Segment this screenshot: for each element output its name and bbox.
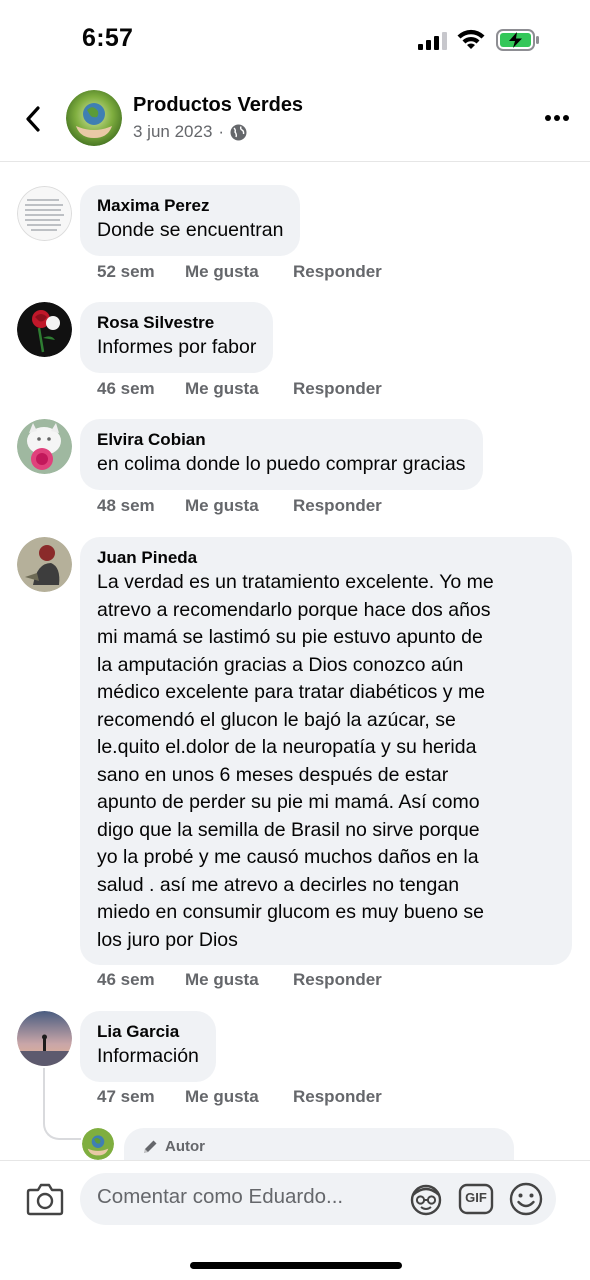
reply-button[interactable]: Responder	[293, 1087, 382, 1107]
camera-icon	[26, 1183, 64, 1216]
person-photo-avatar	[17, 537, 72, 592]
comment-text: Informes por fabor	[97, 336, 257, 358]
like-button[interactable]: Me gusta	[185, 496, 293, 516]
home-indicator[interactable]	[190, 1262, 402, 1269]
commenter-name[interactable]: Lia Garcia	[97, 1021, 199, 1043]
comment-bubble[interactable]: Maxima Perez Donde se encuentran	[80, 185, 301, 256]
author-badge: Autor	[142, 1138, 205, 1155]
reply-button[interactable]: Responder	[293, 262, 382, 282]
emoji-button[interactable]	[508, 1181, 544, 1217]
reply-thread-line	[43, 1068, 45, 1110]
commenter-avatar[interactable]	[17, 186, 72, 241]
author-badge-label: Autor	[165, 1138, 205, 1155]
commenter-avatar[interactable]	[17, 419, 72, 474]
comment-time[interactable]: 52 sem	[97, 262, 185, 282]
comment-time[interactable]: 46 sem	[97, 379, 185, 399]
text-image-avatar	[17, 186, 72, 241]
comment-actions: 52 sem Me gusta Responder	[97, 262, 382, 282]
chevron-left-icon	[26, 106, 40, 132]
reply-thread-connector	[43, 1108, 81, 1140]
comment-text: Información	[97, 1045, 199, 1067]
gif-button[interactable]: GIF	[458, 1182, 494, 1216]
comment-bubble[interactable]: Rosa Silvestre Informes por fabor	[80, 302, 274, 373]
reply-button[interactable]: Responder	[293, 496, 382, 516]
comment-bubble[interactable]: Lia Garcia Información	[80, 1011, 216, 1082]
comment-time[interactable]: 47 sem	[97, 1087, 185, 1107]
commenter-name[interactable]: Juan Pineda	[97, 547, 555, 569]
comment-text: Donde se encuentran	[97, 219, 284, 241]
comment-bubble[interactable]: Juan Pineda La verdad es un tratamiento …	[80, 537, 572, 965]
commenter-name[interactable]: Rosa Silvestre	[97, 312, 256, 334]
like-button[interactable]: Me gusta	[185, 970, 293, 990]
reply-button[interactable]: Responder	[293, 970, 382, 990]
comment-actions: 46 sem Me gusta Responder	[97, 970, 382, 990]
commenter-avatar[interactable]	[17, 537, 72, 592]
comment-time[interactable]: 48 sem	[97, 496, 185, 516]
comment-time[interactable]: 46 sem	[97, 970, 185, 990]
pencil-icon	[144, 1140, 157, 1153]
commenter-avatar[interactable]	[17, 302, 72, 357]
reply-button[interactable]: Responder	[293, 379, 382, 399]
like-button[interactable]: Me gusta	[185, 1087, 293, 1107]
earth-in-hands-logo	[82, 1128, 114, 1160]
meta-separator: ·	[218, 122, 225, 141]
cat-flower-avatar	[17, 419, 72, 474]
like-button[interactable]: Me gusta	[185, 379, 293, 399]
avatar-sticker-icon	[410, 1184, 442, 1216]
sunset-photo-avatar	[17, 1011, 72, 1066]
like-button[interactable]: Me gusta	[185, 262, 293, 282]
comment-actions: 48 sem Me gusta Responder	[97, 496, 382, 516]
camera-button[interactable]	[26, 1181, 64, 1217]
more-options-button[interactable]	[540, 104, 574, 132]
status-time: 6:57	[82, 24, 134, 52]
page-name[interactable]: Productos Verdes	[133, 94, 303, 117]
post-date[interactable]: 3 jun 2023	[133, 122, 212, 142]
page-avatar[interactable]	[66, 90, 122, 146]
comment-text: en colima donde lo puedo comprar gracias	[97, 453, 466, 475]
commenter-avatar[interactable]	[17, 1011, 72, 1066]
comment-input-placeholder[interactable]: Comentar como Eduardo...	[97, 1185, 343, 1209]
avatar-sticker-button[interactable]	[408, 1181, 444, 1217]
comment-actions: 47 sem Me gusta Responder	[97, 1087, 382, 1107]
globe-icon	[230, 124, 247, 140]
rose-photo-avatar	[17, 302, 72, 357]
post-meta: 3 jun 2023 ·	[133, 122, 247, 142]
reply-author-avatar[interactable]	[82, 1128, 114, 1160]
signal-icon	[418, 32, 447, 50]
comment-actions: 46 sem Me gusta Responder	[97, 379, 382, 399]
smiley-icon	[509, 1182, 543, 1216]
comment-bubble[interactable]: Elvira Cobian en colima donde lo puedo c…	[80, 419, 483, 490]
battery-charging-icon	[496, 29, 539, 51]
wifi-icon	[457, 29, 485, 49]
more-horizontal-icon	[545, 115, 569, 121]
comment-text: La verdad es un tratamiento excelente. Y…	[97, 571, 494, 951]
earth-in-hands-logo	[66, 90, 122, 146]
gif-label: GIF	[465, 1190, 487, 1205]
commenter-name[interactable]: Maxima Perez	[97, 195, 283, 217]
post-header: Productos Verdes 3 jun 2023 ·	[0, 80, 590, 162]
status-bar: 6:57	[0, 0, 590, 80]
back-button[interactable]	[18, 102, 48, 136]
commenter-name[interactable]: Elvira Cobian	[97, 429, 466, 451]
